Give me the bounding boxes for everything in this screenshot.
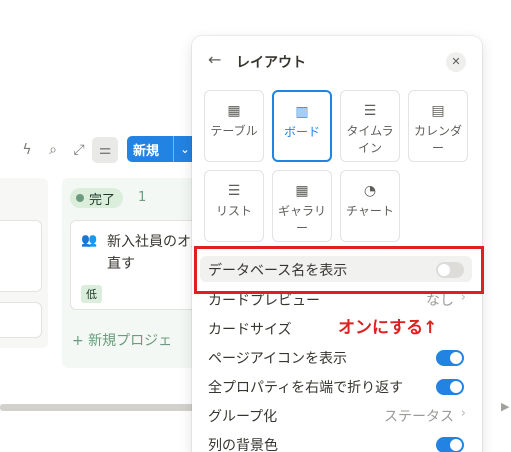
back-arrow-icon[interactable]: ← [208,50,221,69]
group-count: 1 [138,190,147,205]
highlight-box [194,246,484,294]
show-page-icon-toggle[interactable] [436,350,464,366]
board-column-previous [0,178,48,348]
setting-column-background[interactable]: 列の背景色 [200,431,472,452]
new-project-button[interactable]: + 新規プロジェ [72,330,172,350]
layout-option-label: タイムライン [346,124,394,155]
annotation-text: オンにする↑ [338,318,438,338]
automation-icon[interactable]: ϟ [14,137,40,163]
column-background-toggle[interactable] [436,437,464,452]
status-label: 完了 [89,192,116,208]
panel-title: レイアウト [236,55,306,71]
expand-icon[interactable]: ⤢ [66,137,92,163]
calendar-icon: ▤ [431,103,445,119]
board-card[interactable] [0,220,42,292]
view-toolbar: ϟ ⌕ ⤢ ⚌ [14,136,118,164]
setting-group-by[interactable]: グループ化 ステータス › [200,402,472,428]
layout-option-label: テーブル [210,124,258,138]
wrap-properties-toggle[interactable] [436,379,464,395]
scroll-right-icon[interactable]: ▶ [501,400,509,413]
setting-label: 全プロパティを右端で折り返す [208,380,404,396]
layout-option-list[interactable]: ☰ リスト [204,170,264,242]
board-icon: ▥ [295,104,309,120]
settings-sliders-icon[interactable]: ⚌ [92,137,118,163]
layout-option-gallery[interactable]: ▦ ギャラリー [272,170,332,242]
setting-wrap-properties[interactable]: 全プロパティを右端で折り返す [200,373,472,399]
layout-option-chart[interactable]: ◔ チャート [340,170,400,242]
setting-show-page-icon[interactable]: ページアイコンを表示 [200,344,472,370]
layout-option-label: カレンダー [413,124,462,155]
new-button[interactable]: 新規 ⌄ [127,136,197,162]
list-icon: ☰ [227,183,241,199]
chart-icon: ◔ [363,183,377,199]
board-column-done: 完了 1 👥 新入社員のオ見直す 低 + 新規プロジェ [62,178,210,368]
setting-label: ページアイコンを表示 [208,351,348,367]
horizontal-scrollbar[interactable] [0,404,196,411]
table-icon: ▦ [227,103,241,119]
new-button-label: 新規 [133,143,160,159]
setting-label: 列の背景色 [208,438,278,452]
board-card[interactable] [0,302,42,338]
layout-option-label: ボード [283,125,320,139]
layout-option-table[interactable]: ▦ テーブル [204,90,264,162]
status-dot-icon [76,194,84,202]
layout-panel: ← レイアウト ✕ ▦ テーブル ▥ ボード ☰ タイムライン ▤ カレンダー … [192,36,482,452]
priority-tag: 低 [81,285,102,303]
board-card[interactable]: 👥 新入社員のオ見直す 低 [70,220,210,310]
timeline-icon: ☰ [363,103,377,119]
layout-option-label: ギャラリー [277,204,326,235]
setting-value: ステータス [384,409,454,425]
layout-option-board[interactable]: ▥ ボード [272,90,332,162]
layout-option-label: リスト [215,204,252,218]
layout-option-calendar[interactable]: ▤ カレンダー [408,90,468,162]
status-badge: 完了 [70,188,124,208]
layout-option-timeline[interactable]: ☰ タイムライン [340,90,400,162]
layout-option-label: チャート [346,204,394,218]
setting-label: グループ化 [208,409,278,425]
setting-label: カードサイズ [208,322,292,338]
chevron-right-icon: › [460,406,466,421]
people-icon: 👥 [81,233,98,248]
search-icon[interactable]: ⌕ [40,137,66,163]
gallery-icon: ▦ [295,183,309,199]
close-icon[interactable]: ✕ [446,52,466,72]
